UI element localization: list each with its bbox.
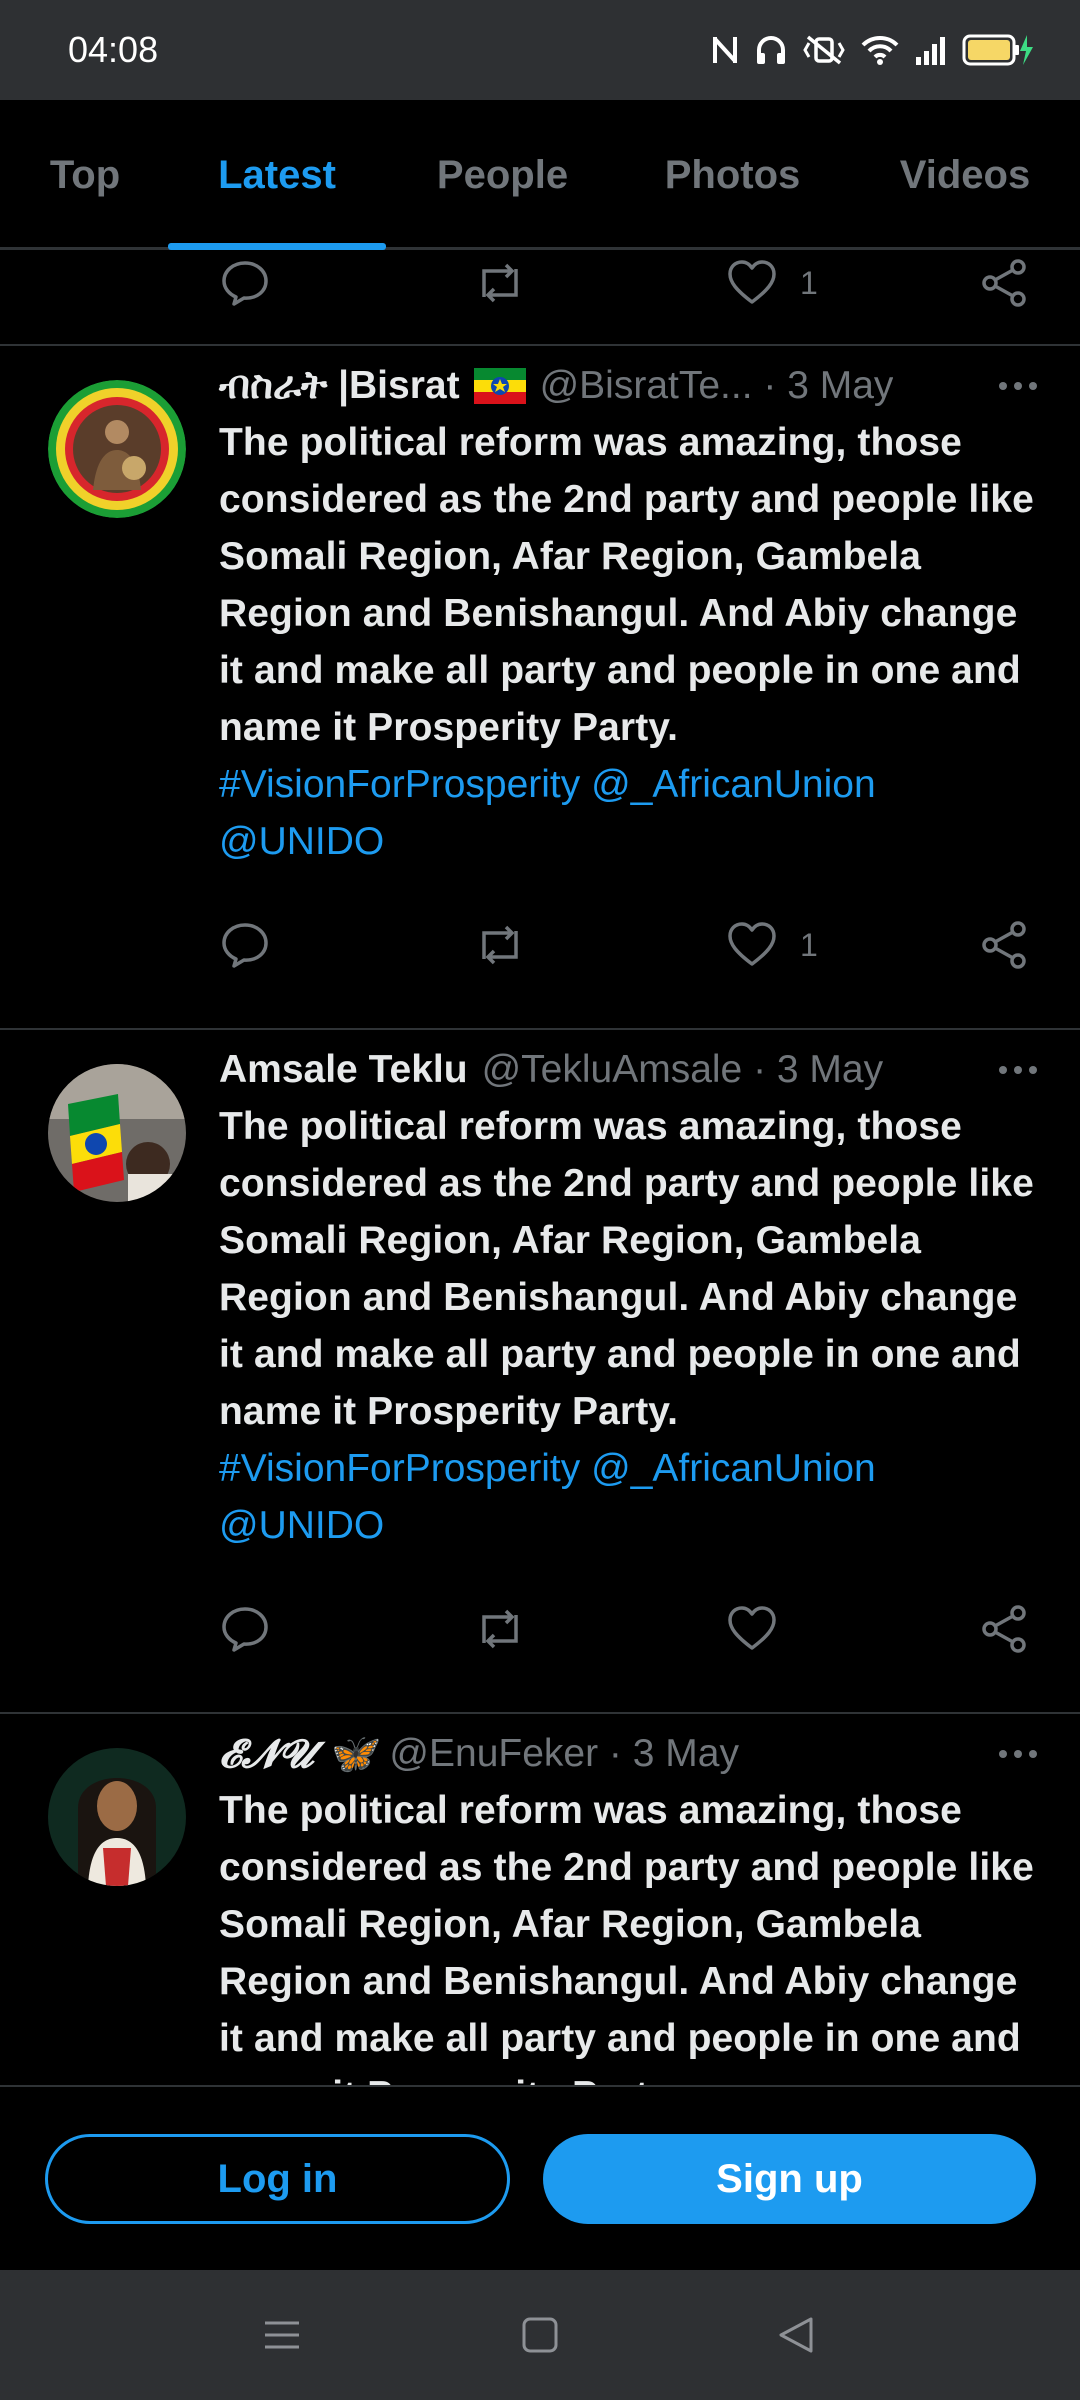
retweet-button[interactable] — [472, 253, 528, 313]
display-name[interactable]: 𝓔𝓝𝓤 🦋 — [219, 1731, 375, 1777]
home-square-icon — [522, 2317, 558, 2353]
tab-videos[interactable]: Videos — [880, 100, 1050, 250]
battery-icon — [962, 34, 1033, 66]
status-icons — [710, 33, 1034, 67]
home-nav-button[interactable] — [520, 2270, 560, 2400]
login-signup-bar: Log in Sign up — [0, 2085, 1080, 2270]
signup-button[interactable]: Sign up — [543, 2134, 1036, 2224]
display-name[interactable]: Amsale Teklu — [219, 1048, 468, 1092]
app-screen: 04:08 Top Latest People Photos Videos 1 … — [0, 0, 1080, 2400]
like-button[interactable] — [726, 1599, 800, 1659]
tweet-links-line[interactable]: #VisionForProsperity @_AfricanUnion — [219, 1440, 1049, 1497]
handle-and-date: @EnuFeker · 3 May — [389, 1732, 739, 1775]
tweet-links[interactable]: #VisionForProsperity @_AfricanUnion @UNI… — [219, 1440, 1049, 1554]
like-count: 1 — [800, 264, 818, 301]
tweet-links[interactable]: #VisionForProsperity @_AfricanUnion @UNI… — [219, 756, 1049, 870]
more-options-icon[interactable] — [996, 364, 1040, 408]
reply-button[interactable] — [219, 1599, 271, 1659]
tweet-header: 𝓔𝓝𝓤 🦋 @EnuFeker · 3 May — [219, 1724, 1040, 1784]
retweet-icon — [482, 263, 518, 303]
avatar[interactable] — [48, 1748, 186, 1886]
wifi-icon — [861, 35, 899, 65]
avatar[interactable] — [48, 380, 186, 518]
more-options-icon[interactable] — [996, 1048, 1040, 1092]
reply-button[interactable] — [219, 253, 271, 313]
tweet-item[interactable]: 𝓔𝓝𝓤 🦋 @EnuFeker · 3 May The political re… — [0, 1714, 1080, 2085]
system-navigation-bar — [0, 2270, 1080, 2400]
reply-button[interactable] — [219, 915, 271, 975]
more-options-icon[interactable] — [996, 1732, 1040, 1776]
heart-icon — [728, 260, 776, 304]
menu-icon — [265, 2321, 299, 2349]
tweet-item[interactable]: Amsale Teklu @TekluAmsale · 3 May The po… — [0, 1030, 1080, 1714]
tweet-links-line[interactable]: #VisionForProsperity @_AfricanUnion — [219, 756, 1049, 813]
tweet-item[interactable]: ብስራት |Bisrat @BisratTe... · 3 May The po… — [0, 346, 1080, 1030]
vibrate-icon — [803, 35, 845, 65]
tweet-header: ብስራት |Bisrat @BisratTe... · 3 May — [219, 356, 1040, 416]
share-icon — [982, 1605, 1026, 1653]
ethiopia-flag-icon — [473, 368, 526, 404]
share-button[interactable] — [980, 253, 1030, 313]
status-bar: 04:08 — [0, 0, 1080, 100]
tweet-actions: 1 — [0, 915, 1080, 975]
previous-tweet-actions: 1 — [0, 253, 1080, 313]
retweet-icon — [482, 925, 518, 965]
share-button[interactable] — [980, 1599, 1030, 1659]
tweet-links-line[interactable]: @UNIDO — [219, 813, 1049, 870]
handle-and-date: @BisratTe... · 3 May — [539, 364, 894, 407]
tweet-links-line[interactable]: @UNIDO — [219, 1497, 1049, 1554]
signal-icon — [916, 37, 945, 65]
handle-and-date: @TekluAmsale · 3 May — [481, 1048, 884, 1091]
tweet-text: The political reform was amazing, those … — [219, 1105, 1034, 1433]
like-count: 1 — [800, 926, 818, 963]
tweet-text: The political reform was amazing, those … — [219, 1789, 1034, 2085]
tweet-feed[interactable]: 1 ብስራት |Bisrat @BisratTe... · 3 May The … — [0, 250, 1080, 2085]
reply-icon — [222, 1607, 268, 1652]
like-button[interactable]: 1 — [726, 253, 818, 313]
nfc-icon — [713, 37, 737, 63]
status-time: 04:08 — [68, 29, 159, 70]
active-tab-indicator — [168, 243, 386, 250]
tab-top[interactable]: Top — [30, 100, 140, 250]
retweet-button[interactable] — [472, 915, 528, 975]
avatar[interactable] — [48, 1064, 186, 1202]
tweet-text: The political reform was amazing, those … — [219, 421, 1034, 749]
display-name[interactable]: ብስራት |Bisrat — [219, 364, 460, 408]
headphones-icon — [757, 36, 785, 64]
login-button[interactable]: Log in — [45, 2134, 510, 2224]
reply-icon — [222, 923, 268, 968]
tab-photos[interactable]: Photos — [650, 100, 815, 250]
share-icon — [982, 259, 1026, 307]
reply-icon — [222, 261, 268, 306]
back-triangle-icon — [779, 2317, 813, 2353]
heart-icon — [728, 922, 776, 966]
back-nav-button[interactable] — [776, 2270, 816, 2400]
share-button[interactable] — [980, 915, 1030, 975]
retweet-button[interactable] — [472, 1599, 528, 1659]
search-tabs: Top Latest People Photos Videos — [0, 100, 1080, 250]
tweet-actions — [0, 1599, 1080, 1659]
tweet-header: Amsale Teklu @TekluAmsale · 3 May — [219, 1040, 1040, 1100]
menu-nav-button[interactable] — [262, 2270, 302, 2400]
heart-icon — [728, 1606, 776, 1650]
like-button[interactable]: 1 — [726, 915, 818, 975]
retweet-icon — [482, 1609, 518, 1649]
tab-latest[interactable]: Latest — [168, 100, 386, 250]
share-icon — [982, 921, 1026, 969]
tab-people[interactable]: People — [420, 100, 585, 250]
